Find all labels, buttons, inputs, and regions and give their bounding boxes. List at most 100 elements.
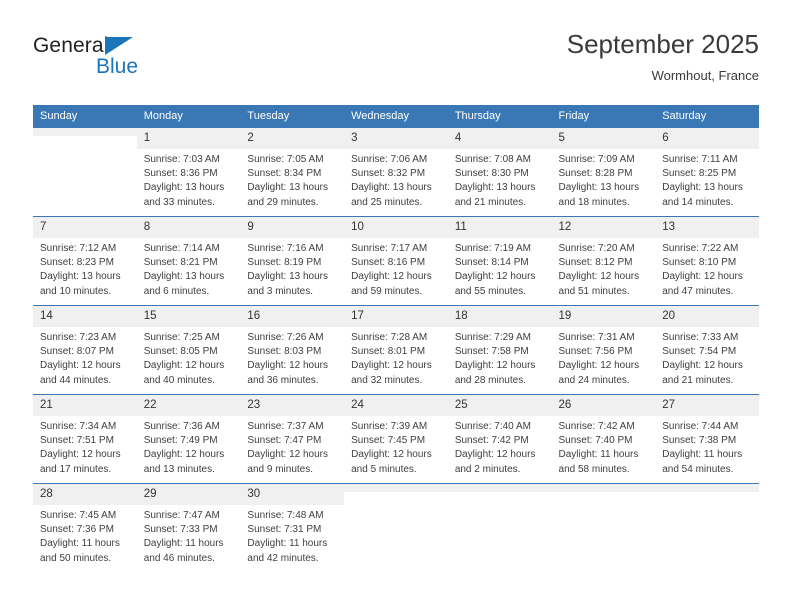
day-cell[interactable]: 26 Sunrise: 7:42 AM Sunset: 7:40 PM Dayl…: [551, 394, 656, 484]
daylight-text-line1: Daylight: 12 hours: [40, 360, 121, 372]
sunrise-text: Sunrise: 7:16 AM: [247, 243, 324, 254]
day-details: Sunrise: 7:47 AM Sunset: 7:33 PM Dayligh…: [137, 505, 241, 566]
sunrise-text: Sunrise: 7:42 AM: [558, 421, 635, 432]
day-cell[interactable]: 20 Sunrise: 7:33 AM Sunset: 7:54 PM Dayl…: [655, 305, 759, 395]
day-cell[interactable]: 2 Sunrise: 7:05 AM Sunset: 8:34 PM Dayli…: [240, 127, 345, 217]
daylight-text-line1: Daylight: 13 hours: [247, 271, 329, 283]
day-number: 13: [655, 217, 759, 238]
day-cell[interactable]: 11 Sunrise: 7:19 AM Sunset: 8:14 PM Dayl…: [447, 216, 552, 306]
sunrise-text: Sunrise: 7:11 AM: [662, 154, 738, 165]
sunrise-text: Sunrise: 7:06 AM: [351, 154, 428, 165]
day-number: 8: [136, 217, 241, 238]
day-cell[interactable]: 30 Sunrise: 7:48 AM Sunset: 7:31 PM Dayl…: [240, 483, 345, 572]
day-cell[interactable]: 7 Sunrise: 7:12 AM Sunset: 8:23 PM Dayli…: [33, 216, 137, 306]
day-cell[interactable]: 29 Sunrise: 7:47 AM Sunset: 7:33 PM Dayl…: [136, 483, 241, 572]
day-cell[interactable]: 23 Sunrise: 7:37 AM Sunset: 7:47 PM Dayl…: [240, 394, 345, 484]
daylight-text-line2: and 24 minutes.: [558, 374, 630, 386]
day-cell[interactable]: 25 Sunrise: 7:40 AM Sunset: 7:42 PM Dayl…: [447, 394, 552, 484]
weekday-header-row: Sunday Monday Tuesday Wednesday Thursday…: [33, 105, 759, 128]
sunrise-text: Sunrise: 7:25 AM: [143, 332, 220, 343]
daylight-text-line2: and 33 minutes.: [143, 196, 215, 208]
sunrise-text: Sunrise: 7:03 AM: [143, 154, 220, 165]
daylight-text-line1: Daylight: 12 hours: [351, 360, 432, 372]
daylight-text-line1: Daylight: 12 hours: [662, 360, 743, 372]
day-number: 20: [655, 306, 759, 327]
day-number: 30: [240, 484, 345, 505]
daylight-text-line1: Daylight: 13 hours: [558, 182, 640, 194]
daylight-text-line1: Daylight: 11 hours: [143, 538, 224, 550]
day-cell[interactable]: 10 Sunrise: 7:17 AM Sunset: 8:16 PM Dayl…: [344, 216, 448, 306]
day-number: [447, 484, 552, 492]
daylight-text-line2: and 42 minutes.: [247, 552, 319, 564]
day-cell[interactable]: 18 Sunrise: 7:29 AM Sunset: 7:58 PM Dayl…: [447, 305, 552, 395]
general-blue-logo[interactable]: General Blue: [33, 34, 183, 90]
day-number: 11: [447, 217, 552, 238]
daylight-text-line1: Daylight: 12 hours: [558, 271, 640, 283]
sunset-text: Sunset: 8:05 PM: [143, 346, 218, 358]
sunset-text: Sunset: 7:42 PM: [454, 435, 529, 447]
week-row: 1 Sunrise: 7:03 AM Sunset: 8:36 PM Dayli…: [33, 127, 759, 217]
location-subtitle: Wormhout, France: [651, 68, 759, 83]
weekday-header-friday: Friday: [551, 105, 656, 128]
daylight-text-line1: Daylight: 12 hours: [662, 271, 743, 283]
day-details: Sunrise: 7:20 AM Sunset: 8:12 PM Dayligh…: [552, 238, 656, 299]
sunrise-text: Sunrise: 7:12 AM: [40, 243, 117, 254]
day-cell[interactable]: 4 Sunrise: 7:08 AM Sunset: 8:30 PM Dayli…: [447, 127, 552, 217]
weekday-header-thursday: Thursday: [447, 105, 552, 128]
daylight-text-line1: Daylight: 12 hours: [454, 360, 536, 372]
day-cell[interactable]: [33, 127, 137, 217]
day-details: Sunrise: 7:05 AM Sunset: 8:34 PM Dayligh…: [240, 149, 344, 210]
day-number: 15: [136, 306, 241, 327]
day-details: Sunrise: 7:37 AM Sunset: 7:47 PM Dayligh…: [240, 416, 344, 477]
day-cell[interactable]: 14 Sunrise: 7:23 AM Sunset: 8:07 PM Dayl…: [33, 305, 137, 395]
daylight-text-line2: and 2 minutes.: [454, 463, 521, 475]
day-number: 5: [551, 128, 656, 149]
day-cell[interactable]: 19 Sunrise: 7:31 AM Sunset: 7:56 PM Dayl…: [551, 305, 656, 395]
day-cell[interactable]: 22 Sunrise: 7:36 AM Sunset: 7:49 PM Dayl…: [136, 394, 241, 484]
sunset-text: Sunset: 7:49 PM: [143, 435, 218, 447]
sunrise-text: Sunrise: 7:48 AM: [247, 510, 324, 521]
sunset-text: Sunset: 8:28 PM: [558, 168, 633, 180]
day-cell[interactable]: 21 Sunrise: 7:34 AM Sunset: 7:51 PM Dayl…: [33, 394, 137, 484]
sunset-text: Sunset: 7:40 PM: [558, 435, 633, 447]
sunset-text: Sunset: 8:32 PM: [351, 168, 426, 180]
daylight-text-line1: Daylight: 11 hours: [247, 538, 328, 550]
daylight-text-line2: and 54 minutes.: [662, 463, 734, 475]
day-number: 14: [33, 306, 137, 327]
sunset-text: Sunset: 8:07 PM: [40, 346, 114, 358]
day-cell[interactable]: 5 Sunrise: 7:09 AM Sunset: 8:28 PM Dayli…: [551, 127, 656, 217]
day-cell[interactable]: 3 Sunrise: 7:06 AM Sunset: 8:32 PM Dayli…: [344, 127, 448, 217]
day-cell[interactable]: 6 Sunrise: 7:11 AM Sunset: 8:25 PM Dayli…: [655, 127, 759, 217]
day-number: 26: [551, 395, 656, 416]
daylight-text-line2: and 58 minutes.: [558, 463, 630, 475]
day-cell[interactable]: 9 Sunrise: 7:16 AM Sunset: 8:19 PM Dayli…: [240, 216, 345, 306]
daylight-text-line1: Daylight: 12 hours: [40, 449, 121, 461]
daylight-text-line1: Daylight: 12 hours: [247, 360, 329, 372]
day-details: Sunrise: 7:25 AM Sunset: 8:05 PM Dayligh…: [137, 327, 241, 388]
sunset-text: Sunset: 7:31 PM: [247, 524, 322, 536]
day-cell[interactable]: 24 Sunrise: 7:39 AM Sunset: 7:45 PM Dayl…: [344, 394, 448, 484]
day-cell[interactable]: 27 Sunrise: 7:44 AM Sunset: 7:38 PM Dayl…: [655, 394, 759, 484]
day-number: 18: [447, 306, 552, 327]
day-cell[interactable]: 1 Sunrise: 7:03 AM Sunset: 8:36 PM Dayli…: [136, 127, 241, 217]
sunset-text: Sunset: 8:36 PM: [143, 168, 218, 180]
sunset-text: Sunset: 8:21 PM: [143, 257, 218, 269]
day-cell[interactable]: 28 Sunrise: 7:45 AM Sunset: 7:36 PM Dayl…: [33, 483, 137, 572]
calendar-page: General Blue September 2025 Wormhout, Fr…: [0, 0, 792, 612]
sunset-text: Sunset: 8:12 PM: [558, 257, 633, 269]
sunset-text: Sunset: 8:25 PM: [662, 168, 737, 180]
day-cell[interactable]: 16 Sunrise: 7:26 AM Sunset: 8:03 PM Dayl…: [240, 305, 345, 395]
day-cell[interactable]: 17 Sunrise: 7:28 AM Sunset: 8:01 PM Dayl…: [344, 305, 448, 395]
day-details: [344, 492, 448, 496]
day-number: 7: [33, 217, 137, 238]
day-cell[interactable]: 15 Sunrise: 7:25 AM Sunset: 8:05 PM Dayl…: [136, 305, 241, 395]
daylight-text-line2: and 14 minutes.: [662, 196, 734, 208]
day-cell[interactable]: 12 Sunrise: 7:20 AM Sunset: 8:12 PM Dayl…: [551, 216, 656, 306]
sunset-text: Sunset: 8:03 PM: [247, 346, 322, 358]
day-details: Sunrise: 7:09 AM Sunset: 8:28 PM Dayligh…: [552, 149, 656, 210]
sunset-text: Sunset: 7:58 PM: [454, 346, 529, 358]
day-cell[interactable]: 13 Sunrise: 7:22 AM Sunset: 8:10 PM Dayl…: [655, 216, 759, 306]
weekday-header-tuesday: Tuesday: [240, 105, 345, 128]
day-number: 24: [344, 395, 448, 416]
day-cell[interactable]: 8 Sunrise: 7:14 AM Sunset: 8:21 PM Dayli…: [136, 216, 241, 306]
